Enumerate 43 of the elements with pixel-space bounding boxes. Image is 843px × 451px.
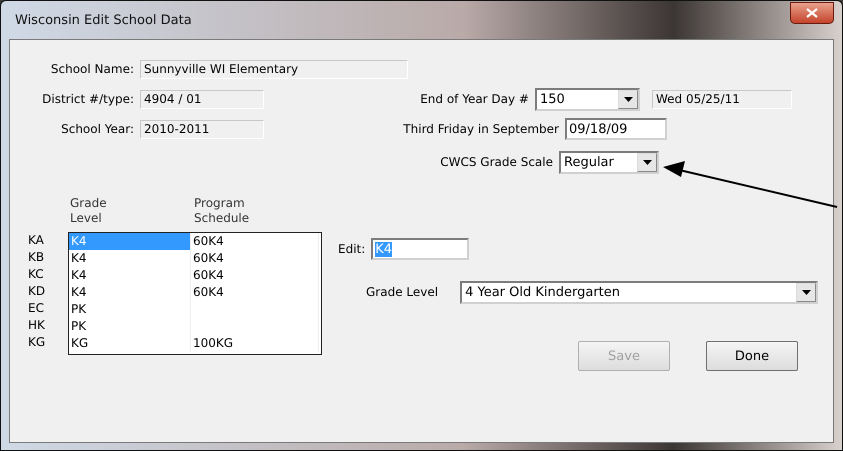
row-code: KA — [28, 232, 45, 249]
grade-scale-dropdown[interactable]: Regular — [559, 150, 659, 174]
field-label: Third Friday in September — [402, 122, 560, 136]
dropdown-arrow-icon — [802, 290, 811, 294]
list-cell: 60K4 — [191, 267, 319, 284]
field-label: CWCS Grade Scale — [439, 155, 554, 169]
close-button[interactable] — [790, 2, 834, 24]
row-code: KG — [28, 334, 46, 351]
list-item[interactable]: PK — [69, 301, 191, 318]
row-code: EC — [28, 300, 45, 317]
day-dropdown[interactable]: 150 — [535, 88, 640, 110]
list-cell: 60K4 — [191, 250, 319, 267]
list-item[interactable]: PK — [69, 318, 191, 335]
window-title: Wisconsin Edit School Data — [14, 12, 192, 28]
school-year-field: 2010-2011 — [140, 120, 264, 138]
row-code: KD — [28, 283, 46, 300]
list-item[interactable]: K4 — [69, 284, 191, 301]
row-code: KB — [28, 249, 46, 266]
row-code: HK — [28, 317, 46, 334]
row-code: KC — [28, 266, 45, 283]
field-label: School Name: — [50, 62, 135, 76]
list-item[interactable]: K4 — [69, 250, 191, 267]
field-label: District #/type: — [41, 92, 135, 106]
field-label: End of Year Day # — [419, 92, 530, 106]
field-label: Grade Level — [365, 285, 440, 299]
district-field: 4904 / 01 — [140, 90, 264, 108]
field-label: Edit: — [338, 242, 366, 256]
list-cell: 100KG — [191, 335, 319, 352]
list-item[interactable]: KG — [69, 335, 191, 352]
list-cell: 60K4 — [191, 284, 319, 301]
dropdown-arrow-icon — [624, 96, 632, 102]
done-button[interactable]: Done — [706, 341, 798, 371]
close-icon — [806, 8, 818, 18]
grade-level-dropdown[interactable]: 4 Year Old Kindergarten — [460, 280, 818, 304]
date-input[interactable]: 09/18/09 — [565, 118, 667, 140]
dropdown-arrow-icon — [642, 160, 652, 164]
column-header: Grade Level — [69, 196, 108, 227]
field-label: School Year: — [60, 122, 135, 136]
list-item[interactable]: K4 — [69, 267, 191, 284]
school-name-field: Sunnyville WI Elementary — [140, 60, 408, 78]
column-header: Program Schedule — [193, 196, 250, 227]
list-cell: 60K4 — [191, 233, 319, 250]
date-field: Wed 05/25/11 — [652, 90, 792, 108]
